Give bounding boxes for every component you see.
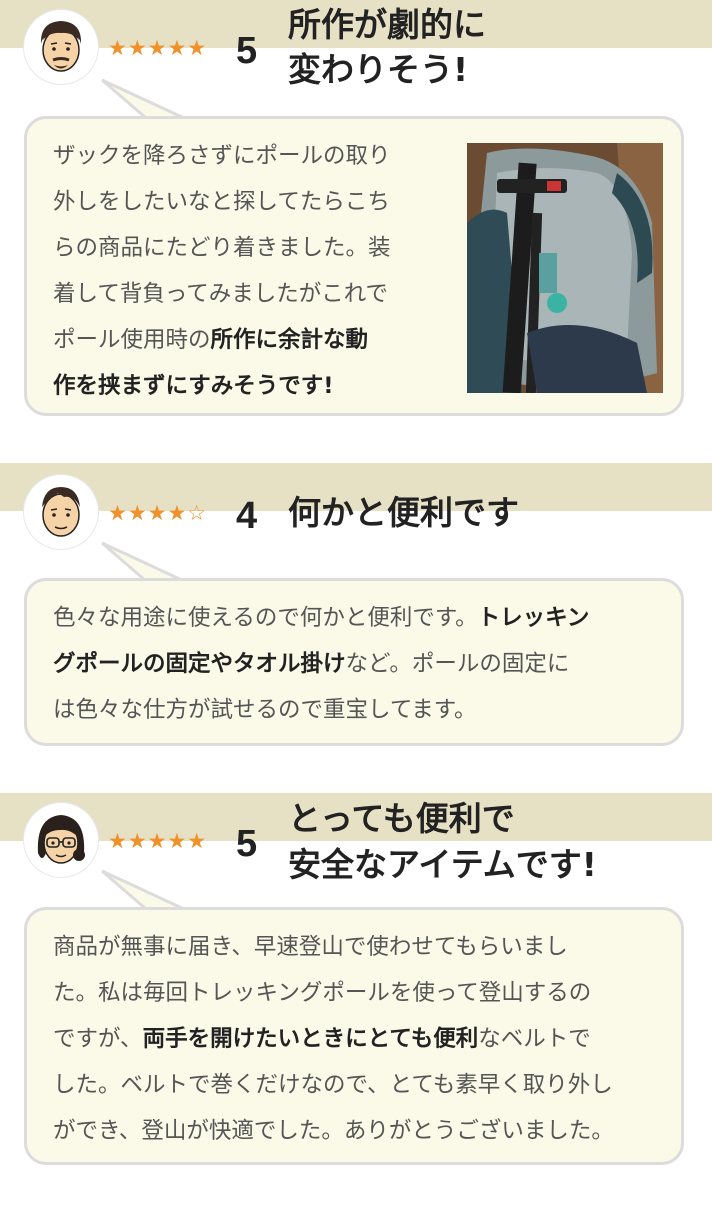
rating-number: 5 bbox=[236, 823, 258, 865]
review-body-text: 商品が無事に届き、早速登山で使わせてもらいまし た。私は毎回トレッキングポールを… bbox=[53, 924, 673, 1154]
reviewer-avatar-man-icon bbox=[24, 475, 98, 549]
star-rating: ★★★★★ bbox=[108, 36, 208, 60]
reviewer-avatar-woman-glasses-icon bbox=[24, 803, 98, 877]
body-line: 外しをしたいなと探してたらこち bbox=[53, 189, 390, 215]
review-title-line-1: 所作が劇的に bbox=[288, 5, 486, 44]
rating-number: 5 bbox=[236, 30, 258, 72]
body-line: した。ベルトで巻くだけなので、とても素早く取り外し bbox=[53, 1072, 613, 1098]
body-line: 色々な用途に使えるので何かと便利です。トレッキン bbox=[53, 605, 590, 631]
star-rating: ★★★★★ bbox=[108, 829, 208, 853]
body-line: ですが、両手を開けたいときにとても便利なベルトで bbox=[53, 1026, 591, 1052]
body-line: 商品が無事に届き、早速登山で使わせてもらいまし bbox=[53, 934, 568, 960]
body-line: ができ、登山が快適でした。ありがとうございました。 bbox=[53, 1118, 614, 1144]
backpack-trekking-pole-photo bbox=[467, 143, 663, 393]
body-line: 着して背負ってみましたがこれで bbox=[53, 281, 389, 307]
review-title-line-2: 変わりそう! bbox=[288, 50, 469, 89]
review-body-bubble: 色々な用途に使えるので何かと便利です。トレッキン グポールの固定やタオル掛けなど… bbox=[24, 578, 684, 746]
review-title-line-2: 安全なアイテムです! bbox=[288, 845, 597, 884]
review-body-text: ザックを降ろさずにポールの取り 外しをしたいなと探してたらこち らの商品にたどり… bbox=[53, 133, 473, 409]
review-body-bubble: ザックを降ろさずにポールの取り 外しをしたいなと探してたらこち らの商品にたどり… bbox=[24, 116, 684, 416]
star-rating: ★★★★☆ bbox=[108, 501, 208, 525]
reviewer-avatar-bearded-man-icon bbox=[24, 10, 98, 84]
rating-number: 4 bbox=[236, 495, 258, 537]
body-line: ザックを降ろさずにポールの取り bbox=[53, 143, 391, 169]
body-line: た。私は毎回トレッキングポールを使って登山するの bbox=[53, 980, 592, 1006]
review-body-bubble: 商品が無事に届き、早速登山で使わせてもらいまし た。私は毎回トレッキングポールを… bbox=[24, 907, 684, 1165]
review-title-line-1: 何かと便利です bbox=[288, 493, 519, 532]
body-line: は色々な仕方が試せるので重宝してます。 bbox=[53, 697, 477, 723]
review-body-text: 色々な用途に使えるので何かと便利です。トレッキン グポールの固定やタオル掛けなど… bbox=[53, 595, 673, 733]
body-line: 作を挟まずにすみそうです! bbox=[53, 373, 334, 399]
body-line: らの商品にたどり着きました。装 bbox=[53, 235, 391, 261]
body-line: ポール使用時の所作に余計な動 bbox=[53, 327, 369, 353]
body-line: グポールの固定やタオル掛けなど。ポールの固定に bbox=[53, 651, 570, 677]
review-title-line-1: とっても便利で bbox=[288, 799, 515, 838]
